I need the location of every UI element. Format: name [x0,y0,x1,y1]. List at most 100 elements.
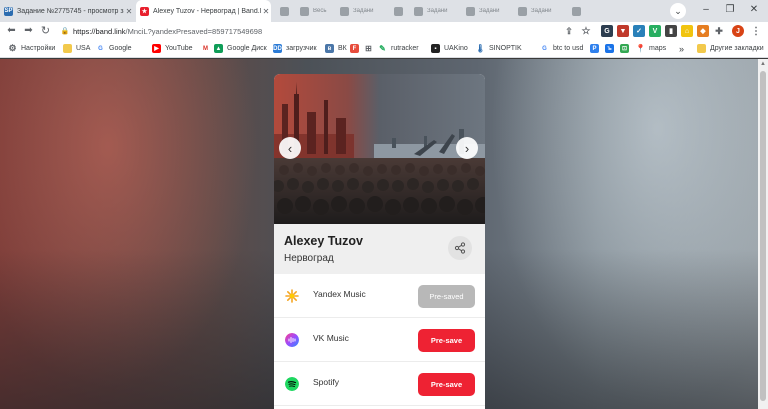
star-icon[interactable]: ☆ [580,25,592,37]
gear-icon: ⚙ [8,43,17,53]
back-icon[interactable]: ⬅ [5,24,18,37]
youtube-icon: ▶ [152,44,161,53]
scrollbar-thumb[interactable] [760,71,766,401]
bookmark-icon: ⊞ [365,44,372,53]
bookmark-other[interactable]: Другие закладки [697,40,764,57]
page-scrollbar[interactable]: ▲ [758,59,768,409]
extension-icon[interactable]: ✓ [633,25,645,37]
bookmark-item[interactable]: P [590,40,603,57]
url-path: /MnciL?yandexPresaved=859717549698 [125,26,263,36]
sp-logo-icon: SP [4,6,13,16]
service-row-spotify: Spotify Pre-save [274,362,485,406]
service-name: Yandex Music [313,289,366,299]
window-close-icon[interactable]: ✕ [746,4,762,15]
bookmarks-bar: ⚙ Настройки USA G Google ▶ YouTube M ▲ Googl… [0,40,768,58]
pre-saved-button[interactable]: Pre-saved [418,285,475,308]
bookmark-google-drive[interactable]: ▲ Google Диск [214,40,267,57]
bookmark-rutracker[interactable]: ✎ rutracker [378,40,418,57]
bookmark-btc[interactable]: Gbtc to usd [540,40,583,57]
share-page-icon[interactable]: ⇪ [563,25,575,37]
extension-icon[interactable]: G [601,25,613,37]
scroll-up-icon[interactable]: ▲ [760,61,766,67]
tab-mini[interactable]: Задани [462,0,512,22]
bookmark-item[interactable]: F [350,40,363,57]
bookmark-icon: F [350,44,359,53]
maximize-icon[interactable]: ❐ [722,4,738,15]
address-bar[interactable]: 🔒 https://band.link /MnciL?yandexPresave… [60,23,596,39]
minimize-icon[interactable]: – [698,4,714,15]
tab-search-chevron-icon[interactable]: ⌄ [670,3,686,19]
uakino-icon: ▪ [431,44,440,53]
bookmark-label: USA [76,45,91,52]
bookmark-label: maps [649,45,667,52]
tab-mini[interactable] [566,0,587,22]
bookmark-label: Google [109,45,132,52]
next-slide-button[interactable]: › [456,137,478,159]
tab-mini[interactable]: Задани [336,0,386,22]
bookmark-usa[interactable]: USA [63,40,90,57]
folder-icon [697,44,706,53]
pre-save-button[interactable]: Pre-save [418,373,475,396]
bookmark-gmail[interactable]: M [201,40,214,57]
bookmark-settings[interactable]: ⚙ Настройки [8,40,55,57]
chevron-left-icon: ‹ [287,140,293,156]
avatar[interactable]: J [732,25,744,37]
close-icon[interactable]: ✕ [124,7,134,16]
bookmark-label: загрузчик [286,45,317,52]
bookmark-downloader[interactable]: DD загрузчик [273,40,317,57]
bookmark-item[interactable]: ⊞ [364,40,377,57]
share-icon [454,242,466,254]
tab-title: Задани [427,8,448,14]
pre-save-button[interactable]: Pre-save [418,329,475,352]
google-icon: G [542,45,547,52]
extension-icon[interactable]: ◆ [697,25,709,37]
bookmark-label: UAKino [444,45,468,52]
menu-icon[interactable]: ⋮ [750,25,762,37]
release-card: ‹ › Alexey Tuzov Нервоград Yandex Music … [274,74,485,409]
tab-mini[interactable]: Задани [514,0,564,22]
bookmark-sinoptik[interactable]: 🌡 SINOPTIK [475,40,521,57]
extension-icon[interactable]: ▮ [665,25,677,37]
tab-bandlink[interactable]: ★ Alexey Tuzov - Нервоград | Band.l ✕ [136,0,271,22]
bookmark-item[interactable]: ⊡ [620,40,633,57]
forward-icon[interactable]: ➡ [22,24,35,37]
tab-title: Задани [479,8,500,14]
tab-title: Задание №2775745 - просмотр з [17,7,124,15]
google-icon: G [98,45,103,52]
tab-title: Alexey Tuzov - Нервоград | Band.l [153,7,261,15]
tab-icon [300,6,309,16]
bookmark-maps[interactable]: 📍 maps [636,40,667,57]
bookmark-icon: ⊡ [620,44,629,53]
tab-mini[interactable] [388,0,409,22]
bookmark-youtube[interactable]: ▶ YouTube [152,40,193,57]
vk-icon: в [325,44,334,53]
service-row-vk-music: VK Music Pre-save [274,318,485,362]
vk-music-icon [285,333,299,347]
bookmark-label: YouTube [165,45,193,52]
extension-icon[interactable]: ▼ [617,25,629,37]
google-drive-icon: ▲ [214,44,223,53]
extension-icon[interactable]: V [649,25,661,37]
bookmark-item[interactable]: ъ [605,40,618,57]
bookmark-vk[interactable]: в ВК [325,40,347,57]
bookmark-label: btc to usd [553,45,584,52]
chevron-right-icon: » [679,43,685,54]
artist-name: Alexey Tuzov [284,234,363,248]
close-icon[interactable]: ✕ [261,7,271,16]
tab-title: Задани [531,8,552,14]
bookmark-uakino[interactable]: ▪ UAKino [431,40,468,57]
folder-icon [63,44,72,53]
puzzle-icon[interactable]: ✚ [713,25,725,37]
share-button[interactable] [448,236,472,260]
prev-slide-button[interactable]: ‹ [279,137,301,159]
tab-mini[interactable]: Весь [296,0,334,22]
reload-icon[interactable]: ↻ [39,24,52,37]
tab-mini[interactable] [274,0,295,22]
service-name: VK Music [313,333,349,343]
bookmarks-overflow[interactable]: » [679,40,684,57]
tab-icon [414,6,423,16]
tab-mini[interactable]: Задани [410,0,460,22]
extension-icon[interactable]: ⌂ [681,25,693,37]
bookmark-google[interactable]: G Google [96,40,132,57]
tab-task[interactable]: SP Задание №2775745 - просмотр з ✕ [0,0,134,22]
